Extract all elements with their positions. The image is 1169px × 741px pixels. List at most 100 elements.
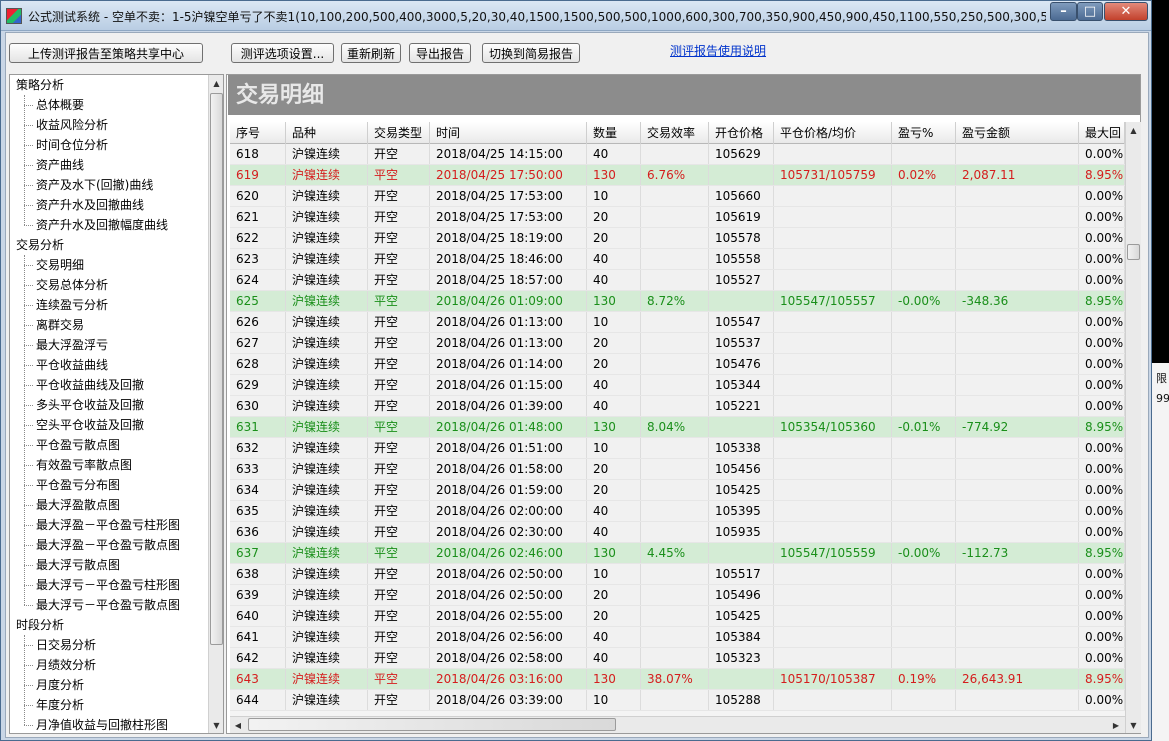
tree-item[interactable]: 最大浮盈散点图 <box>23 495 120 515</box>
table-row[interactable]: 636 沪镍连续 开空 2018/04/26 02:30:00 40 105935 0.00… <box>230 522 1125 543</box>
close-button[interactable]: ✕ <box>1104 2 1148 21</box>
scroll-down-icon[interactable]: ▼ <box>209 717 223 733</box>
table-row[interactable]: 640 沪镍连续 开空 2018/04/26 02:55:00 20 105425 0.00… <box>230 606 1125 627</box>
table-row[interactable]: 634 沪镍连续 开空 2018/04/26 01:59:00 20 105425 0.00… <box>230 480 1125 501</box>
tree-item[interactable]: 最大浮盈－平仓盈亏散点图 <box>23 535 180 555</box>
scroll-thumb[interactable] <box>248 718 616 731</box>
tree-item[interactable]: 有效盈亏率散点图 <box>23 455 132 475</box>
tree-item[interactable]: 最大浮亏散点图 <box>23 555 120 575</box>
tree-item[interactable]: 最大浮亏－平仓盈亏散点图 <box>23 595 180 615</box>
table-row[interactable]: 633 沪镍连续 开空 2018/04/26 01:58:00 20 105456 0.00… <box>230 459 1125 480</box>
table-row[interactable]: 629 沪镍连续 开空 2018/04/26 01:15:00 40 105344 0.00… <box>230 375 1125 396</box>
table-cell: 634 <box>230 480 286 500</box>
tree-group[interactable]: 策略分析 <box>16 75 64 95</box>
table-row[interactable]: 626 沪镍连续 开空 2018/04/26 01:13:00 10 105547 0.00… <box>230 312 1125 333</box>
tree-item[interactable]: 收益风险分析 <box>23 115 108 135</box>
tree-item[interactable]: 资产曲线 <box>23 155 84 175</box>
tree-item[interactable]: 最大浮亏－平仓盈亏柱形图 <box>23 575 180 595</box>
tree-item[interactable]: 资产及水下(回撤)曲线 <box>23 175 153 195</box>
tree-item[interactable]: 日交易分析 <box>23 635 96 655</box>
table-row[interactable]: 631 沪镍连续 平空 2018/04/26 01:48:00 130 8.04% 1053… <box>230 417 1125 438</box>
tree-item[interactable]: 离群交易 <box>23 315 84 335</box>
title-bar[interactable]: 公式测试系统 - 空单不卖：1-5沪镍空单亏了不卖1(10,100,200,50… <box>1 1 1151 31</box>
column-header[interactable]: 品种 <box>286 122 368 144</box>
column-header[interactable]: 盈亏金额 <box>956 122 1079 144</box>
table-vertical-scrollbar[interactable]: ▲ ▼ <box>1125 122 1141 733</box>
settings-button[interactable]: 测评选项设置... <box>231 43 334 63</box>
table-row[interactable]: 632 沪镍连续 开空 2018/04/26 01:51:00 10 105338 0.00… <box>230 438 1125 459</box>
tree-item[interactable]: 平仓盈亏分布图 <box>23 475 120 495</box>
tree-item[interactable]: 平仓盈亏散点图 <box>23 435 120 455</box>
column-header[interactable]: 最大回 <box>1079 122 1125 144</box>
scroll-up-icon[interactable]: ▲ <box>209 75 223 91</box>
maximize-button[interactable]: □ <box>1077 2 1103 21</box>
switch-simple-report-button[interactable]: 切换到简易报告 <box>482 43 580 63</box>
tree-item[interactable]: 连续盈亏分析 <box>23 295 108 315</box>
tree-group[interactable]: 交易分析 <box>16 235 64 255</box>
table-row[interactable]: 622 沪镍连续 开空 2018/04/25 18:19:00 20 105578 0.00… <box>230 228 1125 249</box>
table-row[interactable]: 619 沪镍连续 平空 2018/04/25 17:50:00 130 6.76% 1057… <box>230 165 1125 186</box>
column-header[interactable]: 平仓价格/均价 <box>774 122 892 144</box>
table-cell: 2018/04/26 02:46:00 <box>430 543 587 563</box>
column-header[interactable]: 开仓价格 <box>709 122 774 144</box>
tree-item[interactable]: 月度分析 <box>23 675 84 695</box>
table-row[interactable]: 623 沪镍连续 开空 2018/04/25 18:46:00 40 105558 0.00… <box>230 249 1125 270</box>
table-horizontal-scrollbar[interactable]: ◀ ▶ <box>230 716 1125 733</box>
tree-item[interactable]: 多头平仓收益及回撤 <box>23 395 144 415</box>
scroll-left-icon[interactable]: ◀ <box>230 717 246 733</box>
column-header[interactable]: 交易效率 <box>641 122 709 144</box>
tree-item[interactable]: 空头平仓收益及回撤 <box>23 415 144 435</box>
table-row[interactable]: 635 沪镍连续 开空 2018/04/26 02:00:00 40 105395 0.00… <box>230 501 1125 522</box>
tree-item[interactable]: 月绩效分析 <box>23 655 96 675</box>
table-row[interactable]: 639 沪镍连续 开空 2018/04/26 02:50:00 20 105496 0.00… <box>230 585 1125 606</box>
tree-item[interactable]: 资产升水及回撤曲线 <box>23 195 144 215</box>
table-row[interactable]: 630 沪镍连续 开空 2018/04/26 01:39:00 40 105221 0.00… <box>230 396 1125 417</box>
scroll-thumb[interactable] <box>1127 244 1140 260</box>
tree-item[interactable]: 总体概要 <box>23 95 84 115</box>
column-header[interactable]: 序号 <box>230 122 286 144</box>
tree-item[interactable]: 最大浮盈－平仓盈亏柱形图 <box>23 515 180 535</box>
table-cell: 2018/04/26 01:13:00 <box>430 333 587 353</box>
help-link[interactable]: 测评报告使用说明 <box>670 42 766 59</box>
upload-report-button[interactable]: 上传测评报告至策略共享中心 <box>9 43 203 63</box>
table-row[interactable]: 638 沪镍连续 开空 2018/04/26 02:50:00 10 105517 0.00… <box>230 564 1125 585</box>
tree-item[interactable]: 时间仓位分析 <box>23 135 108 155</box>
tree-item[interactable]: 交易明细 <box>23 255 84 275</box>
column-header[interactable]: 交易类型 <box>368 122 430 144</box>
tree-item[interactable]: 平仓收益曲线及回撤 <box>23 375 144 395</box>
column-header[interactable]: 数量 <box>587 122 641 144</box>
table-row[interactable]: 628 沪镍连续 开空 2018/04/26 01:14:00 20 105476 0.00… <box>230 354 1125 375</box>
table-cell: 40 <box>587 270 641 290</box>
column-header[interactable]: 盈亏% <box>892 122 956 144</box>
table-cell: 105395 <box>709 501 774 521</box>
tree-item[interactable]: 月净值收益与回撤柱形图 <box>23 715 168 733</box>
minimize-button[interactable]: – <box>1050 2 1077 21</box>
refresh-button[interactable]: 重新刷新 <box>341 43 401 63</box>
table-row[interactable]: 625 沪镍连续 平空 2018/04/26 01:09:00 130 8.72% 1055… <box>230 291 1125 312</box>
column-header[interactable]: 时间 <box>430 122 587 144</box>
table-row[interactable]: 642 沪镍连续 开空 2018/04/26 02:58:00 40 105323 0.00… <box>230 648 1125 669</box>
tree-item[interactable]: 交易总体分析 <box>23 275 108 295</box>
table-row[interactable]: 637 沪镍连续 平空 2018/04/26 02:46:00 130 4.45% 1055… <box>230 543 1125 564</box>
scroll-down-icon[interactable]: ▼ <box>1126 717 1141 733</box>
table-row[interactable]: 620 沪镍连续 开空 2018/04/25 17:53:00 10 105660 0.00… <box>230 186 1125 207</box>
table-row[interactable]: 641 沪镍连续 开空 2018/04/26 02:56:00 40 105384 0.00… <box>230 627 1125 648</box>
table-row[interactable]: 618 沪镍连续 开空 2018/04/25 14:15:00 40 105629 0.00… <box>230 144 1125 165</box>
scroll-thumb[interactable] <box>210 93 223 645</box>
table-row[interactable]: 624 沪镍连续 开空 2018/04/25 18:57:00 40 105527 0.00… <box>230 270 1125 291</box>
tree-item[interactable]: 平仓收益曲线 <box>23 355 108 375</box>
export-report-button[interactable]: 导出报告 <box>409 43 471 63</box>
tree-item[interactable]: 最大浮盈浮亏 <box>23 335 108 355</box>
scroll-up-icon[interactable]: ▲ <box>1126 122 1141 138</box>
table-cell <box>956 480 1079 500</box>
table-row[interactable]: 644 沪镍连续 开空 2018/04/26 03:39:00 10 105288 0.00… <box>230 690 1125 711</box>
tree-scrollbar[interactable]: ▲ ▼ <box>208 75 223 733</box>
table-row[interactable]: 627 沪镍连续 开空 2018/04/26 01:13:00 20 105537 0.00… <box>230 333 1125 354</box>
tree-item[interactable]: 年度分析 <box>23 695 84 715</box>
table-row[interactable]: 621 沪镍连续 开空 2018/04/25 17:53:00 20 105619 0.00… <box>230 207 1125 228</box>
table-cell: 8.95% <box>1079 417 1125 437</box>
tree-group[interactable]: 时段分析 <box>16 615 64 635</box>
table-row[interactable]: 643 沪镍连续 平空 2018/04/26 03:16:00 130 38.07% 105… <box>230 669 1125 690</box>
scroll-right-icon[interactable]: ▶ <box>1108 717 1124 733</box>
tree-item[interactable]: 资产升水及回撤幅度曲线 <box>23 215 168 235</box>
